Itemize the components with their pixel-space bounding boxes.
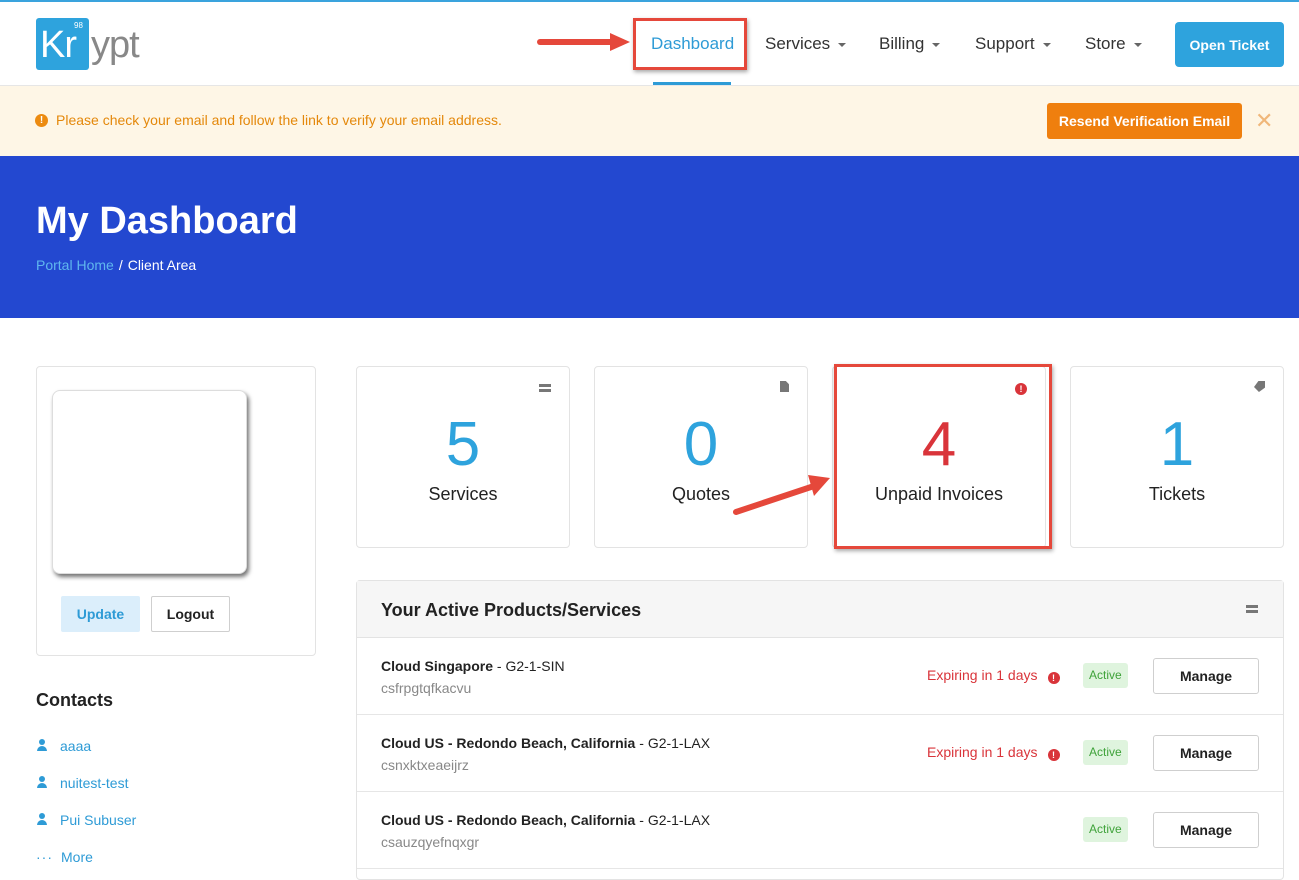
breadcrumb-current: Client Area (127, 257, 197, 273)
contacts-more-link[interactable]: ··· More (36, 849, 93, 865)
nav-billing-label: Billing (879, 34, 925, 53)
plan-separator: - (635, 735, 648, 751)
manage-button[interactable]: Manage (1153, 812, 1259, 848)
product-domain: csnxktxeaeijrz (381, 757, 469, 773)
nav-services-label: Services (765, 34, 831, 53)
plan-separator: - (493, 658, 506, 674)
close-icon[interactable]: ✕ (1255, 108, 1273, 134)
expiry-warning: Expiring in 1 days! (927, 667, 1060, 684)
product-name: Cloud US - Redondo Beach, California - G… (381, 812, 710, 828)
logo-badge: 98 (74, 21, 83, 30)
user-icon (36, 776, 48, 789)
document-icon (780, 381, 789, 395)
contact-link[interactable]: nuitest-test (36, 775, 128, 791)
nav-billing[interactable]: Billing (879, 34, 941, 54)
user-icon (36, 813, 48, 826)
nav-active-underline (653, 82, 731, 85)
tag-icon (1254, 381, 1265, 395)
caret-down-icon (1133, 42, 1142, 47)
caret-down-icon (838, 42, 847, 47)
expiry-text: Expiring in 1 days (927, 744, 1038, 760)
plan-separator: - (635, 812, 648, 828)
open-ticket-button[interactable]: Open Ticket (1175, 22, 1284, 67)
product-title: Cloud US - Redondo Beach, California (381, 735, 636, 751)
alert-message: Please check your email and follow the l… (56, 112, 502, 128)
ellipsis-icon: ··· (36, 849, 53, 865)
contact-link[interactable]: aaaa (36, 738, 91, 754)
product-name: Cloud Singapore - G2-1-SIN (381, 658, 565, 674)
stat-tile-services[interactable]: 5 Services (356, 366, 570, 548)
product-plan: G2-1-SIN (505, 658, 565, 674)
status-badge: Active (1083, 663, 1128, 688)
contact-name: nuitest-test (60, 775, 129, 791)
product-domain: csauzqyefnqxgr (381, 834, 480, 850)
manage-button[interactable]: Manage (1153, 658, 1259, 694)
panel-header: Your Active Products/Services (357, 581, 1283, 638)
update-button[interactable]: Update (61, 596, 140, 632)
server-icon (539, 381, 551, 395)
product-row[interactable]: Cloud Singapore - G2-1-SIN csfrpgtqfkacv… (357, 638, 1283, 715)
annotation-box-unpaid-invoices (834, 364, 1052, 549)
status-badge: Active (1083, 817, 1128, 842)
exclamation-circle-icon: ! (35, 114, 48, 127)
nav-store[interactable]: Store (1085, 34, 1142, 54)
verify-email-alert: ! Please check your email and follow the… (0, 86, 1299, 156)
status-badge: Active (1083, 740, 1128, 765)
contacts-heading: Contacts (36, 690, 114, 710)
stat-value: 1 (1159, 410, 1195, 479)
contact-name: aaaa (60, 738, 92, 754)
stat-value: 5 (445, 410, 481, 479)
logo-text-ypt: ypt (91, 24, 140, 66)
breadcrumb: Portal Home / Client Area (36, 257, 196, 273)
product-title: Cloud US - Redondo Beach, California (381, 812, 636, 828)
contact-link[interactable]: Pui Subuser (36, 812, 136, 828)
nav-support-label: Support (975, 34, 1035, 53)
stat-label: Tickets (1148, 484, 1206, 504)
breadcrumb-home-link[interactable]: Portal Home (36, 257, 114, 273)
expiry-text: Expiring in 1 days (927, 667, 1038, 683)
expiry-warning: Expiring in 1 days! (927, 744, 1060, 761)
breadcrumb-separator: / (118, 257, 123, 273)
user-icon (36, 739, 48, 752)
annotation-arrow-icon (537, 33, 630, 51)
caret-down-icon (932, 42, 941, 47)
page-title: My Dashboard (36, 200, 298, 242)
stat-label: Services (428, 484, 498, 504)
nav-store-label: Store (1085, 34, 1126, 53)
annotation-arrow-icon (733, 475, 830, 515)
stat-tile-quotes[interactable]: 0 Quotes (594, 366, 808, 548)
manage-button[interactable]: Manage (1153, 735, 1259, 771)
product-plan: G2-1-LAX (647, 735, 711, 751)
annotation-box-dashboard (633, 18, 747, 70)
avatar (52, 390, 247, 574)
resend-verification-button[interactable]: Resend Verification Email (1047, 103, 1242, 139)
active-products-panel: Your Active Products/Services Cloud Sing… (356, 580, 1284, 880)
page-hero: My Dashboard Portal Home / Client Area (0, 156, 1299, 318)
panel-title: Your Active Products/Services (381, 600, 642, 620)
more-label: More (61, 849, 93, 865)
logout-button[interactable]: Logout (151, 596, 230, 632)
server-icon (1246, 605, 1258, 613)
contact-name: Pui Subuser (60, 812, 137, 828)
exclamation-circle-icon: ! (1047, 672, 1060, 684)
product-plan: G2-1-LAX (647, 812, 711, 828)
product-row[interactable]: Cloud US - Redondo Beach, California - G… (357, 792, 1283, 869)
product-title: Cloud Singapore (381, 658, 493, 674)
exclamation-circle-icon: ! (1047, 749, 1060, 761)
stat-tile-tickets[interactable]: 1 Tickets (1070, 366, 1284, 548)
nav-services[interactable]: Services (765, 34, 847, 54)
profile-card: Update Logout (36, 366, 316, 656)
product-name: Cloud US - Redondo Beach, California - G… (381, 735, 710, 751)
nav-support[interactable]: Support (975, 34, 1051, 54)
product-domain: csfrpgtqfkacvu (381, 680, 472, 696)
logo-text-kr: Kr (40, 24, 77, 66)
caret-down-icon (1042, 42, 1051, 47)
product-row[interactable]: Cloud US - Redondo Beach, California - G… (357, 715, 1283, 792)
